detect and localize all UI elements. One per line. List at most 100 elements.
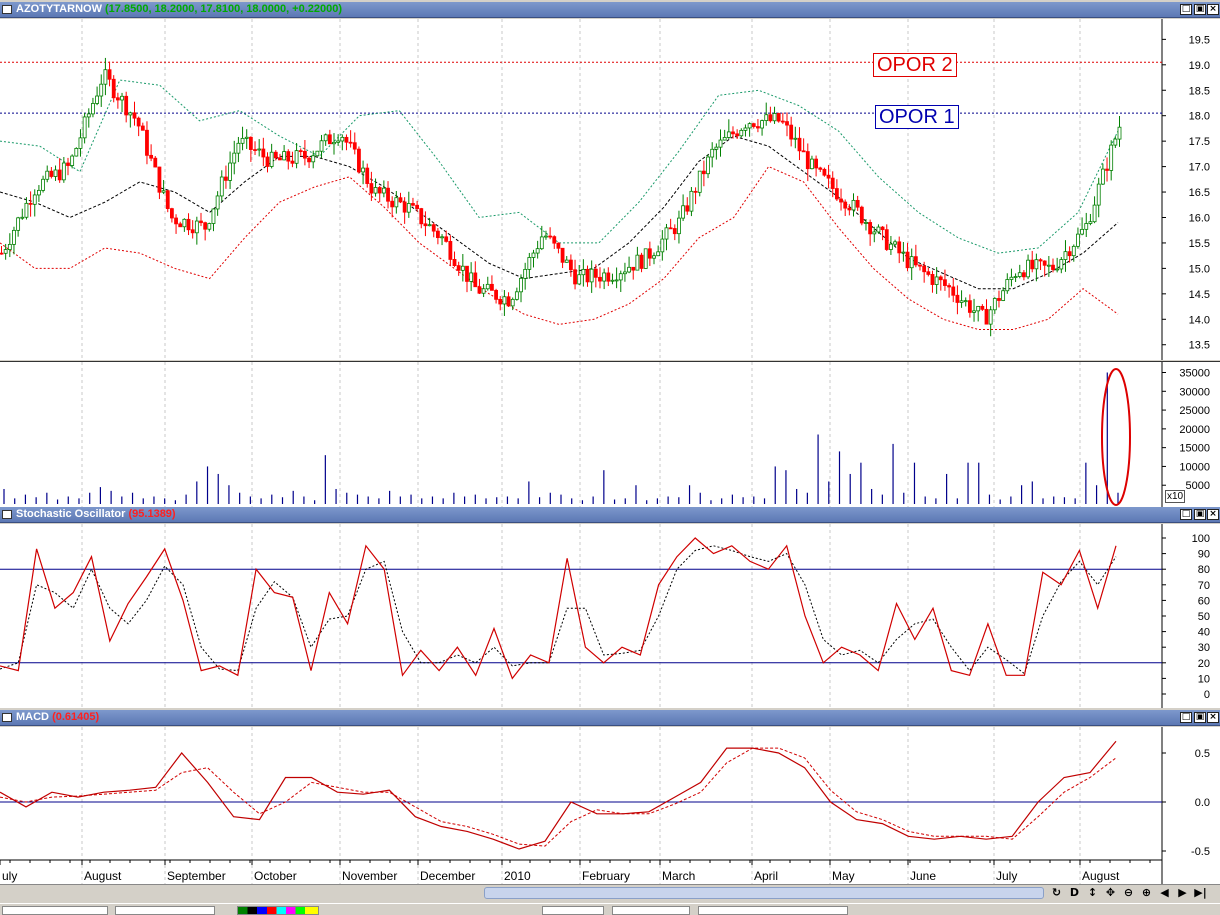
candle-body <box>1080 228 1084 235</box>
candle-body <box>506 296 511 307</box>
candle-body <box>203 222 208 230</box>
stochastic-pane[interactable]: 100 90 80 70 60 50 40 30 20 10 0 <box>0 524 1220 708</box>
candle-body <box>843 201 848 209</box>
scroll-left-icon[interactable]: ◀ <box>1158 886 1171 900</box>
zoom-in-icon[interactable]: ⊕ <box>1140 886 1153 900</box>
candle-body <box>864 222 868 224</box>
candle-body <box>82 116 87 139</box>
price-tick-label: 15.0 <box>1189 263 1210 275</box>
candle-body <box>1030 259 1035 270</box>
volume-tick-label: 35000 <box>1179 368 1210 380</box>
navigation-buttons: ↻ D ↕ ✥ ⊖ ⊕ ◀ ▶ ▶| <box>1050 886 1207 900</box>
maximize-icon[interactable]: ▣ <box>1194 712 1206 723</box>
candle-body <box>1100 168 1105 185</box>
candle-body <box>431 224 436 232</box>
refresh-icon[interactable]: ↻ <box>1050 886 1063 900</box>
candle-body <box>423 223 428 227</box>
price-tick-label: 17.0 <box>1189 162 1210 174</box>
maximize-icon[interactable]: ▣ <box>1194 509 1206 520</box>
candle-body <box>411 203 415 206</box>
candle-body <box>45 170 50 180</box>
price-chart-pane[interactable]: 19.5 19.0 18.5 18.0 17.5 17.0 16.5 16.0 15.5 15.0… <box>0 19 1220 360</box>
end-icon[interactable]: ▶| <box>1194 886 1207 900</box>
candle-body <box>61 162 66 181</box>
candle-body <box>165 190 170 210</box>
candle-body <box>598 276 602 282</box>
candle-body <box>531 252 536 258</box>
status-bar <box>0 903 1220 915</box>
candle-body <box>1046 264 1051 267</box>
candle-body <box>269 151 274 167</box>
candle-body <box>847 207 852 211</box>
candle-body <box>801 150 806 153</box>
stochastic-titlebar: Stochastic Oscillator (95.1389) □ ▣ × <box>0 507 1220 523</box>
candle-body <box>32 194 37 205</box>
candle-body <box>344 136 349 143</box>
zoom-vertical-icon[interactable]: ↕ <box>1086 886 1099 900</box>
candle-body <box>498 298 503 305</box>
candle-body <box>170 208 174 219</box>
candle-body <box>199 220 203 224</box>
pan-icon[interactable]: ✥ <box>1104 886 1117 900</box>
candle-body <box>805 151 810 170</box>
candle-body <box>776 113 781 122</box>
candle-body <box>24 202 29 218</box>
candle-body <box>701 170 706 175</box>
restore-icon[interactable]: □ <box>1180 509 1192 520</box>
stochastic-tick-label: 0 <box>1204 689 1210 701</box>
daily-icon[interactable]: D <box>1068 886 1081 900</box>
candle-body <box>278 157 282 161</box>
candle-body <box>992 298 997 311</box>
candle-body <box>747 123 752 129</box>
candle-body <box>190 229 195 234</box>
volume-pane[interactable]: 35000 30000 25000 20000 15000 10000 5000 x10 <box>0 361 1220 507</box>
zoom-out-icon[interactable]: ⊖ <box>1122 886 1135 900</box>
candle-body <box>128 112 133 116</box>
candle-body <box>398 197 403 203</box>
x-tick-label: November <box>342 869 397 883</box>
candle-body <box>739 129 744 137</box>
candle-body <box>232 152 237 164</box>
candle-body <box>519 277 523 293</box>
candle-body <box>731 131 735 135</box>
candle-body <box>893 241 897 245</box>
restore-icon[interactable]: □ <box>1180 712 1192 723</box>
close-icon[interactable]: × <box>1207 509 1219 520</box>
candle-body <box>976 305 981 312</box>
candle-body <box>307 157 311 163</box>
candle-body <box>735 133 740 137</box>
candle-body <box>697 170 702 193</box>
candle-body <box>290 160 295 164</box>
volume-tick-label: 25000 <box>1179 405 1210 417</box>
candle-body <box>1092 204 1097 223</box>
candle-body <box>967 300 972 313</box>
candle-body <box>639 254 644 269</box>
restore-icon[interactable]: □ <box>1180 4 1192 15</box>
panel-icon <box>2 713 12 722</box>
scroll-right-icon[interactable]: ▶ <box>1176 886 1189 900</box>
candle-body <box>460 265 465 271</box>
stochastic-value: (95.1389) <box>128 508 176 520</box>
maximize-icon[interactable]: ▣ <box>1194 4 1206 15</box>
candle-body <box>872 231 877 235</box>
volume-tick-label: 10000 <box>1179 461 1210 473</box>
close-icon[interactable]: × <box>1207 4 1219 15</box>
candle-body <box>980 305 985 310</box>
candle-body <box>236 142 241 154</box>
candle-body <box>323 134 328 142</box>
candle-body <box>947 285 951 288</box>
candle-body <box>714 146 719 150</box>
candle-body <box>394 197 399 208</box>
close-icon[interactable]: × <box>1207 712 1219 723</box>
candle-body <box>1001 290 1006 301</box>
macd-pane[interactable]: 0.5 0.0 -0.5 uly August September October Novem… <box>0 727 1220 884</box>
candle-body <box>535 248 540 254</box>
candle-body <box>672 228 677 235</box>
candle-body <box>352 142 357 150</box>
candle-body <box>656 251 661 257</box>
candle-body <box>481 288 486 294</box>
candle-body <box>0 252 4 255</box>
candle-body <box>74 148 79 157</box>
candle-body <box>174 217 178 225</box>
horizontal-scrollbar[interactable] <box>484 887 1044 899</box>
